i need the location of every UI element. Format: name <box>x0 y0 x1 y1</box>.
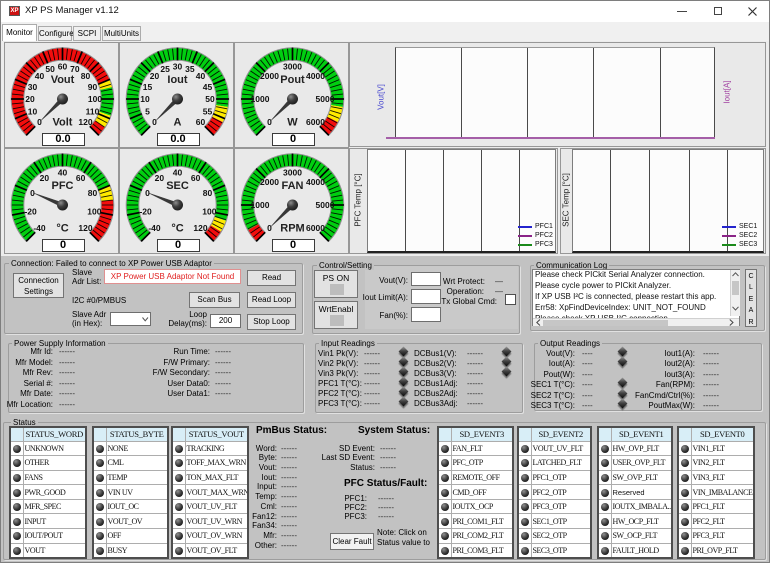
svg-text:10: 10 <box>28 107 38 117</box>
svg-text:A: A <box>174 117 182 129</box>
svg-text:110: 110 <box>86 107 100 117</box>
svg-text:80: 80 <box>203 188 213 198</box>
svg-text:50: 50 <box>205 94 215 104</box>
svg-text:0: 0 <box>267 223 272 233</box>
svg-text:45: 45 <box>203 82 213 92</box>
svg-text:°C: °C <box>171 223 183 235</box>
svg-text:60: 60 <box>76 173 86 183</box>
svg-text:35: 35 <box>185 64 195 74</box>
svg-text:120: 120 <box>193 223 207 233</box>
svg-text:0: 0 <box>267 117 272 127</box>
svg-text:FAN: FAN <box>282 180 304 192</box>
svg-text:2000: 2000 <box>260 177 279 187</box>
svg-text:30: 30 <box>173 62 183 72</box>
svg-text:-20: -20 <box>24 207 37 217</box>
svg-text:20: 20 <box>155 173 165 183</box>
svg-text:40: 40 <box>35 71 45 81</box>
svg-text:Volt: Volt <box>53 117 73 129</box>
svg-text:100: 100 <box>202 207 216 217</box>
svg-text:5000: 5000 <box>316 200 335 210</box>
svg-text:100: 100 <box>88 94 102 104</box>
svg-text:1000: 1000 <box>251 200 270 210</box>
svg-text:6000: 6000 <box>306 223 325 233</box>
svg-text:4000: 4000 <box>306 71 325 81</box>
svg-text:5000: 5000 <box>316 94 335 104</box>
svg-text:4000: 4000 <box>306 177 325 187</box>
svg-text:120: 120 <box>78 223 92 233</box>
svg-text:60: 60 <box>191 173 201 183</box>
svg-text:SEC: SEC <box>166 180 189 192</box>
svg-text:0: 0 <box>30 188 35 198</box>
svg-text:90: 90 <box>88 82 98 92</box>
svg-text:0: 0 <box>145 188 150 198</box>
svg-text:60: 60 <box>58 62 68 72</box>
svg-text:55: 55 <box>203 107 213 117</box>
svg-text:20: 20 <box>40 173 50 183</box>
svg-text:15: 15 <box>143 82 153 92</box>
svg-text:0: 0 <box>37 117 42 127</box>
svg-text:Iout: Iout <box>167 74 187 86</box>
svg-text:120: 120 <box>78 117 92 127</box>
svg-text:60: 60 <box>196 117 206 127</box>
svg-text:3000: 3000 <box>283 168 302 178</box>
svg-text:10: 10 <box>140 94 150 104</box>
svg-text:PFC: PFC <box>52 180 74 192</box>
svg-text:80: 80 <box>81 71 91 81</box>
svg-text:-40: -40 <box>148 223 161 233</box>
svg-text:3000: 3000 <box>283 62 302 72</box>
svg-text:-20: -20 <box>139 207 152 217</box>
svg-text:25: 25 <box>160 64 170 74</box>
svg-text:6000: 6000 <box>306 117 325 127</box>
svg-text:Vout: Vout <box>51 74 75 86</box>
svg-text:20: 20 <box>25 94 35 104</box>
svg-text:RPM: RPM <box>280 223 304 235</box>
svg-text:1000: 1000 <box>251 94 270 104</box>
svg-text:30: 30 <box>28 82 38 92</box>
svg-text:5: 5 <box>145 107 150 117</box>
svg-text:Pout: Pout <box>280 74 305 86</box>
svg-text:W: W <box>287 117 298 129</box>
svg-text:40: 40 <box>196 71 206 81</box>
svg-text:0: 0 <box>152 117 157 127</box>
svg-text:100: 100 <box>87 207 101 217</box>
svg-text:40: 40 <box>173 168 183 178</box>
svg-text:-40: -40 <box>33 223 46 233</box>
svg-text:2000: 2000 <box>260 71 279 81</box>
svg-text:20: 20 <box>150 71 160 81</box>
svg-text:40: 40 <box>58 168 68 178</box>
svg-text:°C: °C <box>56 223 68 235</box>
svg-text:70: 70 <box>70 64 80 74</box>
svg-text:80: 80 <box>88 188 98 198</box>
svg-text:50: 50 <box>45 64 55 74</box>
